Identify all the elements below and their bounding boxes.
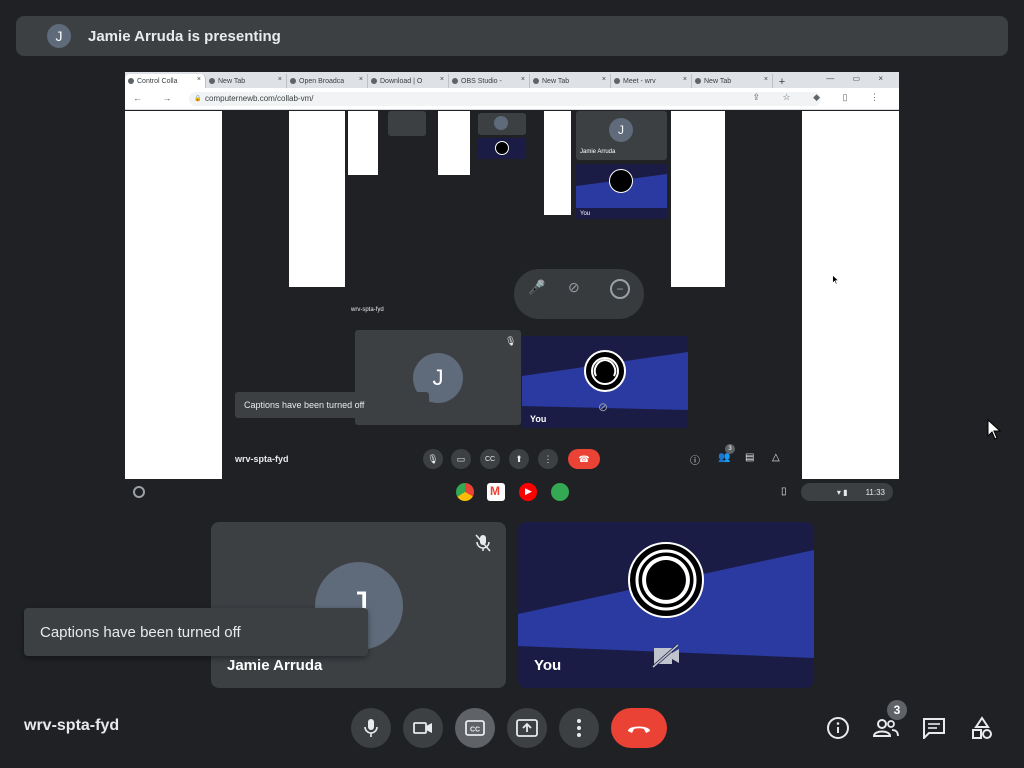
launcher-icon xyxy=(133,486,145,498)
inner-you-label: You xyxy=(530,414,547,424)
nested-meet-screenshare: J Jamie Arruda You 🎤 ⊘ − wrv-spta-fyd xyxy=(289,111,725,357)
info-icon xyxy=(827,717,849,739)
meet-icon xyxy=(551,483,569,501)
present-icon xyxy=(516,719,538,737)
end-call-button[interactable] xyxy=(611,708,667,748)
browser-tab-strip: Control Colla × New Tab × Open Broadca × Do… xyxy=(125,72,899,88)
wifi-icon: ▾ ▮ xyxy=(836,487,848,497)
nested-tile xyxy=(478,113,526,135)
people-count-badge: 3 xyxy=(887,700,907,720)
shared-screen: Control Colla × New Tab × Open Broadca × Do… xyxy=(125,72,899,506)
inner-present-icon: ⬆ xyxy=(509,449,529,469)
gmail-icon: M xyxy=(487,483,505,501)
mic-off-icon: 🎤 xyxy=(528,279,546,295)
meeting-info-button[interactable] xyxy=(820,710,856,746)
chat-button[interactable] xyxy=(916,710,952,746)
remove-icon: − xyxy=(610,279,630,299)
nested-white-panel-mid xyxy=(544,111,571,215)
inner-mic-icon: 🎙 xyxy=(423,449,443,469)
browser-tab: Control Colla × xyxy=(125,74,206,88)
mic-button[interactable] xyxy=(351,708,391,748)
tray-time: 11:33 xyxy=(865,487,885,497)
captions-button[interactable]: CC xyxy=(455,708,495,748)
cam-off-icon: ⊘ xyxy=(568,279,580,295)
browser-tab: Meet - wrv × xyxy=(611,74,692,88)
window-controls-icon: — ▭ × xyxy=(826,74,891,83)
end-call-icon xyxy=(628,726,650,733)
inner-camera-icon: ▭ xyxy=(451,449,471,469)
camera-icon xyxy=(413,722,432,734)
inner-end-call-icon: ☎ xyxy=(568,449,600,469)
system-tray: ▾ ▮ 11:33 xyxy=(801,483,893,501)
nested-tile-you xyxy=(478,138,526,159)
mic-off-icon xyxy=(475,534,491,557)
more-options-button[interactable] xyxy=(559,708,599,748)
presenting-banner: J Jamie Arruda is presenting xyxy=(16,16,1008,56)
camera-off-icon xyxy=(652,643,680,673)
chat-icon xyxy=(923,718,945,739)
inner-cc-icon: CC xyxy=(480,449,500,469)
inner-you-tile: ⊘ You xyxy=(522,336,688,428)
browser-tab: Open Broadca × xyxy=(287,74,368,88)
cam-off-icon: ⊘ xyxy=(598,400,609,414)
inner-activities-icon: △ xyxy=(772,452,780,463)
obs-logo-icon xyxy=(628,542,704,618)
nested-white-panel-right xyxy=(671,111,725,287)
inner-more-icon: ⋮ xyxy=(538,449,558,469)
nested-participant-tile: J Jamie Arruda xyxy=(576,111,667,160)
nested-meeting-code: wrv-spta-fyd xyxy=(351,307,384,313)
browser-url: computernewb.com/collab-vm/ xyxy=(189,92,821,106)
participant-tile-jamie[interactable]: J Jamie Arruda xyxy=(211,522,506,688)
mic-off-icon: 🎙 xyxy=(505,336,517,346)
self-tile[interactable]: You xyxy=(518,522,814,688)
browser-address-bar: ← → ↻ computernewb.com/collab-vm/ ⇪ ☆ ◆ … xyxy=(125,88,899,110)
present-button[interactable] xyxy=(507,708,547,748)
chromeos-shelf: M ▶ ▯ ▾ ▮ 11:33 xyxy=(125,479,899,506)
browser-tab: New Tab × xyxy=(530,74,611,88)
inner-cursor-icon xyxy=(832,272,839,290)
nested-you-tile: You xyxy=(576,164,667,219)
inner-chat-icon: ▤ xyxy=(745,452,755,463)
browser-tab: Download | O × xyxy=(368,74,449,88)
mic-icon xyxy=(364,719,378,737)
youtube-icon: ▶ xyxy=(519,483,537,501)
inner-meeting-code: wrv-spta-fyd xyxy=(235,454,289,464)
captions-toast: Captions have been turned off xyxy=(24,608,368,656)
nested-screen-a xyxy=(348,111,470,175)
inner-captions-toast: Captions have been turned off xyxy=(235,392,429,418)
browser-tab: New Tab × xyxy=(206,74,287,88)
files-icon: ▯ xyxy=(781,486,787,497)
browser-tab: New Tab × xyxy=(692,74,773,88)
presenter-avatar: J xyxy=(47,24,71,48)
participant-name: Jamie Arruda xyxy=(227,657,323,674)
self-name: You xyxy=(534,657,562,674)
obs-logo-icon xyxy=(584,350,626,392)
inner-info-icon: ⓘ xyxy=(690,456,700,467)
new-tab-icon: + xyxy=(778,76,786,88)
mouse-cursor-icon xyxy=(987,418,1002,446)
presenting-text: Jamie Arruda is presenting xyxy=(88,27,281,45)
nested-white-panel-left xyxy=(289,111,345,287)
camera-button[interactable] xyxy=(403,708,443,748)
activities-icon xyxy=(972,716,992,739)
people-icon xyxy=(873,719,899,737)
nested-hover-controls: 🎤 ⊘ − xyxy=(514,269,644,319)
svg-text:CC: CC xyxy=(470,727,480,734)
cc-icon: CC xyxy=(465,720,485,736)
meeting-code: wrv-spta-fyd xyxy=(24,717,120,734)
browser-toolbar-icons: ⇪ ☆ ◆ ▯ ⋮ xyxy=(752,92,889,102)
browser-tab: OBS Studio - × xyxy=(449,74,530,88)
more-vert-icon xyxy=(577,719,581,737)
chrome-icon xyxy=(456,483,474,501)
inner-people-badge: 3 xyxy=(725,444,735,454)
activities-button[interactable] xyxy=(964,710,1000,746)
